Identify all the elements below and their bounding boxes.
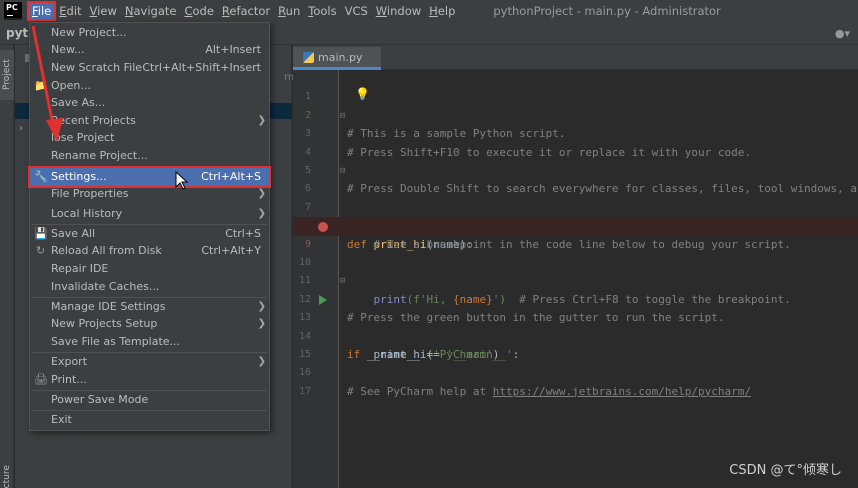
breakpoint-code-line: 9 ⊟ print(f'Hi, {name}') # Press Ctrl+F8… [293, 217, 858, 306]
menu-item-rename-project[interactable]: Rename Project... [30, 147, 269, 165]
code-line: 15 [293, 328, 858, 360]
breakpoint-icon[interactable] [318, 222, 328, 233]
menu-edit[interactable]: Edit [55, 2, 85, 20]
menu-bar: PC File Edit View Navigate Code Refactor… [0, 0, 858, 22]
file-menu-dropdown: New Project... New... Alt+Insert New Scra… [28, 22, 271, 431]
editor-tab-bar: main.py [293, 45, 858, 70]
watermark: CSDN @て°倾寒し [729, 463, 842, 478]
menu-item-export[interactable]: Export ❯ [30, 353, 269, 371]
menu-tools[interactable]: Tools [304, 2, 340, 20]
menu-item-recent-projects[interactable]: Recent Projects ❯ [30, 112, 269, 130]
code-line: 2 [293, 88, 858, 121]
reload-icon: ↻ [35, 244, 46, 257]
save-icon: 💾 [34, 227, 48, 240]
menu-help[interactable]: Help [425, 2, 459, 20]
expand-arrow-icon[interactable]: › [19, 123, 23, 134]
code-editor[interactable]: 1 ⊟ # This is a sample Python script. 💡 … [293, 70, 858, 488]
menu-file[interactable]: File [26, 1, 57, 21]
wrench-icon: 🔧 [34, 170, 48, 183]
editor-tab-main-py[interactable]: main.py [293, 47, 381, 70]
menu-item-exit[interactable]: Exit [30, 411, 269, 429]
run-gutter-icon[interactable] [319, 294, 327, 305]
menu-item-new[interactable]: New... Alt+Insert [30, 41, 269, 59]
menu-vcs[interactable]: VCS [341, 2, 372, 20]
editor-tab-label: main.py [318, 50, 363, 64]
menu-run[interactable]: Run [274, 2, 304, 20]
menu-item-manage-ide-settings[interactable]: Manage IDE Settings ❯ [30, 298, 269, 316]
left-tool-stripe: Project Structure [0, 45, 14, 488]
submenu-arrow-icon: ❯ [257, 301, 266, 312]
user-icon[interactable]: ●▾ [835, 27, 850, 40]
python-file-icon [303, 51, 314, 63]
submenu-arrow-icon: ❯ [257, 318, 266, 329]
line-number: 17 [298, 385, 311, 397]
menu-item-invalidate-caches[interactable]: Invalidate Caches... [30, 278, 269, 296]
menu-item-reload-all[interactable]: ↻ Reload All from Disk Ctrl+Alt+Y [30, 242, 269, 260]
menu-item-file-properties[interactable]: File Properties ❯ [30, 185, 269, 203]
code-line: 1 ⊟ # This is a sample Python script. [293, 70, 858, 140]
menu-view[interactable]: View [86, 2, 121, 20]
submenu-arrow-icon: ❯ [257, 115, 266, 126]
menu-item-power-save-mode[interactable]: Power Save Mode [30, 391, 269, 409]
menu-item-new-projects-setup[interactable]: New Projects Setup ❯ [30, 315, 269, 333]
menu-refactor[interactable]: Refactor [218, 2, 274, 20]
menu-item-repair-ide[interactable]: Repair IDE [30, 260, 269, 278]
submenu-arrow-icon: ❯ [257, 188, 266, 199]
help-link[interactable]: https://www.jetbrains.com/help/pycharm/ [493, 385, 751, 398]
menu-item-new-scratch-file[interactable]: New Scratch File Ctrl+Alt+Shift+Insert [30, 59, 269, 77]
submenu-arrow-icon: ❯ [257, 208, 266, 219]
menu-navigate[interactable]: Navigate [121, 2, 181, 20]
window-title: pythonProject - main.py - Administrator [493, 4, 721, 18]
tool-tab-structure[interactable]: Structure [0, 460, 14, 488]
code-line: 5 [293, 144, 858, 176]
code-line: 8 # Use a breakpoint in the code line be… [293, 199, 858, 250]
folder-icon: 📁 [34, 79, 48, 92]
tool-tab-project[interactable]: Project [0, 50, 14, 100]
code-line: 7 ⊟ def print_hi(name): [293, 180, 858, 251]
submenu-arrow-icon: ❯ [257, 356, 266, 367]
code-line: 10 [293, 236, 858, 268]
code-line: 12 # Press the green button in the gutte… [293, 272, 858, 324]
code-line: 14 print_hi('PyCharm') [293, 309, 858, 361]
code-line: 4 ⊟ # Press Double Shift to search every… [293, 125, 858, 196]
menu-item-save-all[interactable]: 💾 Save All Ctrl+S [30, 225, 269, 243]
menu-code[interactable]: Code [180, 2, 217, 20]
code-line: 3 # Press Shift+F10 to execute it or rep… [293, 107, 858, 158]
menu-item-save-file-as-template[interactable]: Save File as Template... [30, 333, 269, 351]
code-line: 6 [293, 162, 858, 194]
menu-item-print[interactable]: 🖨 Print... [30, 371, 269, 389]
menu-window[interactable]: Window [372, 2, 425, 20]
code-line: 13 if __name__ == '__main__': [293, 291, 858, 361]
menu-item-open[interactable]: 📁 Open... [30, 77, 269, 95]
menu-item-settings[interactable]: 🔧 Settings... Ctrl+Alt+S [28, 166, 271, 188]
menu-item-save-as[interactable]: Save As... [30, 94, 269, 112]
printer-icon: 🖨 [34, 373, 48, 386]
code-line: 16 # See PyCharm help at https://www.jet… [293, 346, 858, 397]
code-line: 11 [293, 254, 858, 286]
menu-item-local-history[interactable]: Local History ❯ [30, 205, 269, 223]
pycharm-logo-icon: PC [4, 2, 22, 20]
menu-item-new-project[interactable]: New Project... [30, 24, 269, 42]
code-line: 17 [293, 364, 858, 397]
menu-item-close-project[interactable]: lose Project [30, 129, 269, 147]
